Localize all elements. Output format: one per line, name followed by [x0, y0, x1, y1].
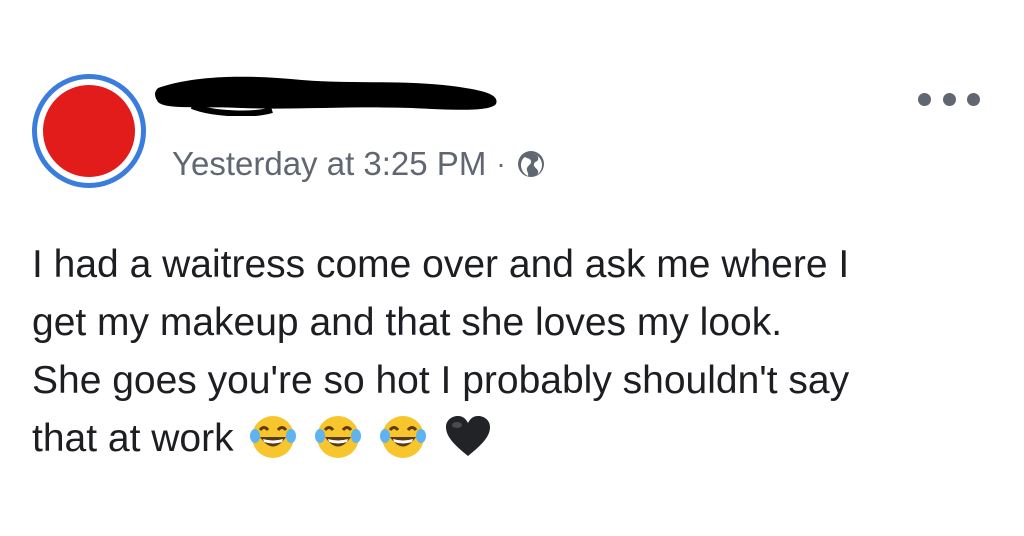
more-options-icon[interactable]: [918, 84, 980, 114]
post-body: I had a waitress come over and ask me wh…: [32, 236, 1012, 468]
globe-icon[interactable]: [516, 149, 546, 179]
laughing-crying-emoji: [380, 415, 427, 458]
more-dot: [967, 92, 980, 106]
post-text-line: that at work: [32, 417, 234, 460]
laughing-crying-emoji: [250, 415, 297, 458]
post-timestamp[interactable]: Yesterday at 3:25 PM: [172, 145, 486, 183]
facebook-post: Yesterday at 3:25 PM · I had a waitress …: [0, 0, 1024, 536]
post-text-line: I had a waitress come over and ask me wh…: [32, 243, 850, 286]
author-name-redacted[interactable]: [152, 70, 504, 116]
post-text-line-last: that at work: [32, 410, 1012, 468]
black-heart-emoji: [445, 415, 490, 456]
laughing-crying-emoji: [315, 415, 362, 458]
more-dot: [918, 92, 931, 106]
post-meta: Yesterday at 3:25 PM ·: [172, 142, 546, 186]
post-text-line: get my makeup and that she loves my look…: [32, 301, 783, 344]
meta-separator: ·: [496, 148, 506, 179]
avatar[interactable]: [32, 74, 146, 188]
avatar-image: [43, 85, 135, 177]
post-text-line: She goes you're so hot I probably should…: [32, 359, 850, 402]
more-dot: [942, 92, 956, 106]
